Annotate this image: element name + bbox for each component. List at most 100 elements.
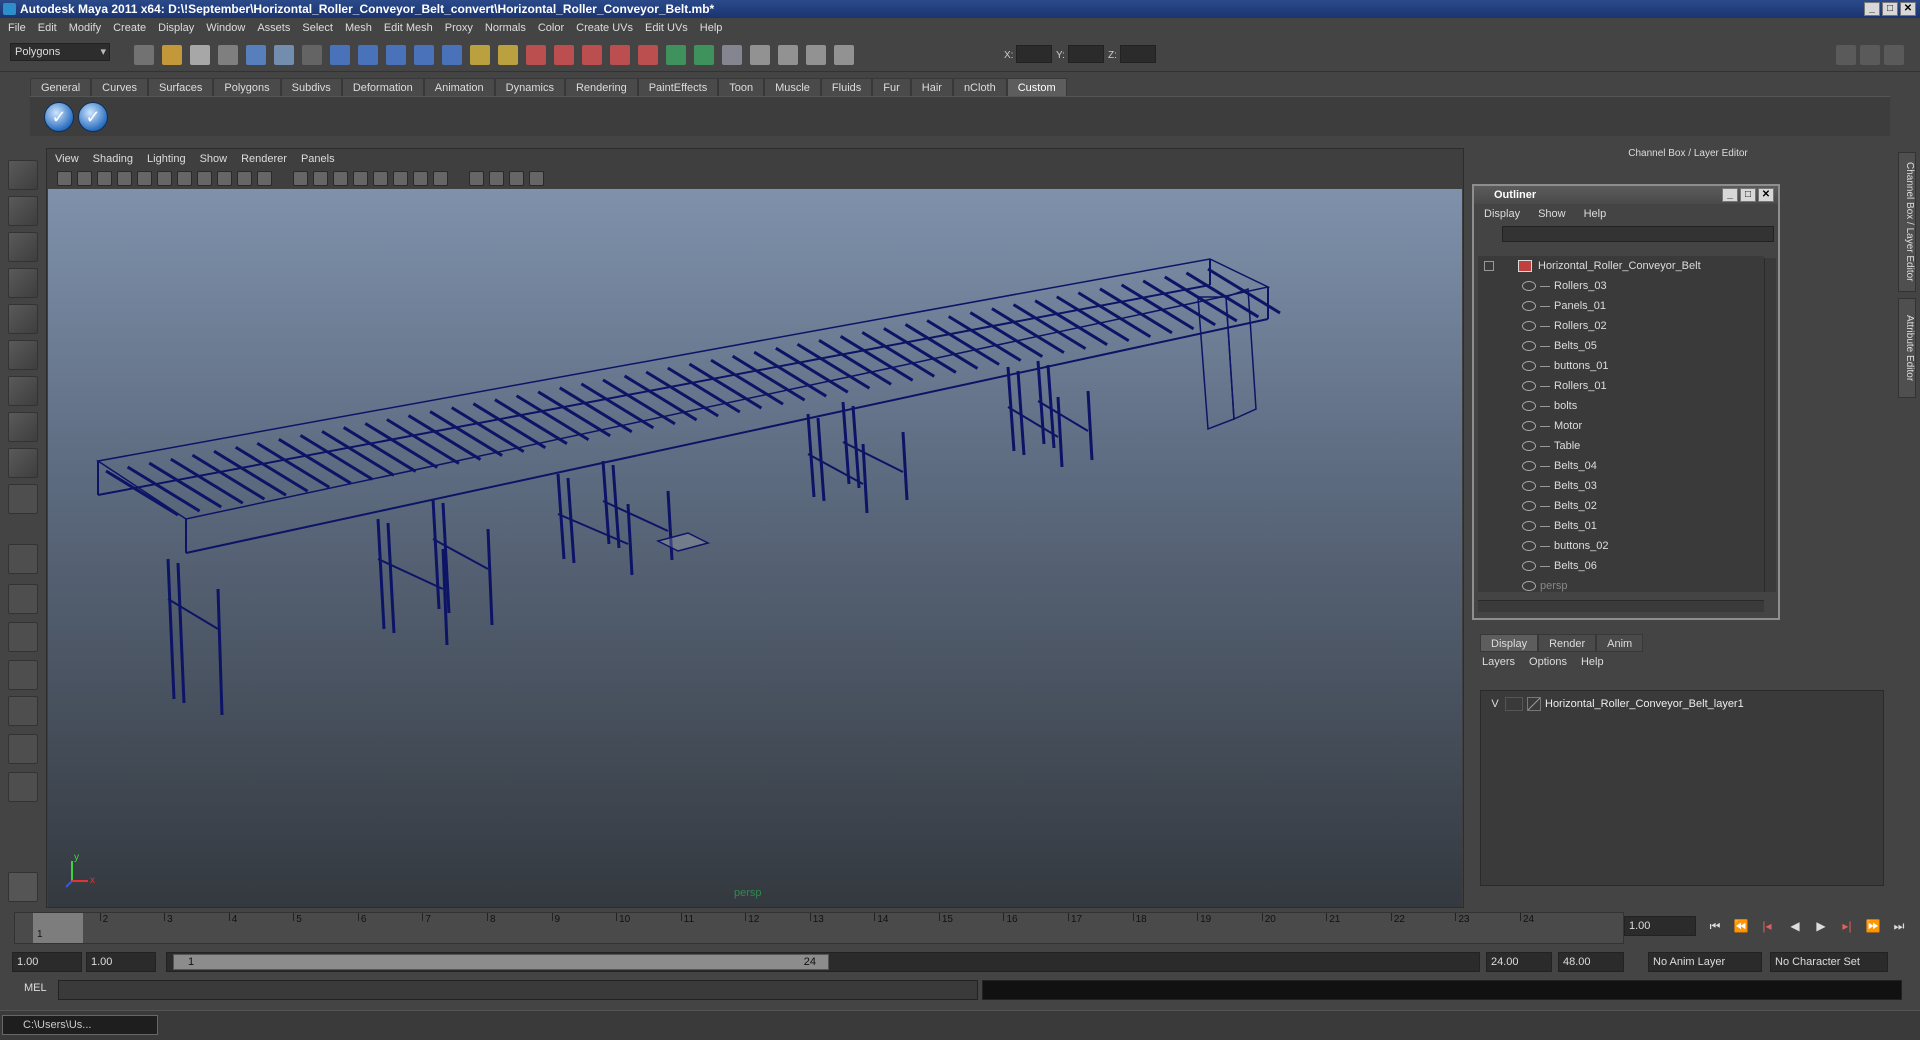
wireframe-icon[interactable] bbox=[313, 171, 328, 186]
outliner-list[interactable]: Horizontal_Roller_Conveyor_Belt Rollers_0… bbox=[1478, 256, 1764, 592]
menu-window[interactable]: Window bbox=[202, 22, 253, 34]
poly-tool-icon[interactable] bbox=[8, 448, 38, 478]
playback-end-field[interactable]: 24.00 bbox=[1486, 952, 1552, 972]
layer-visibility-toggle[interactable]: V bbox=[1485, 698, 1505, 710]
outliner-row-belts-02[interactable]: Belts_02 bbox=[1478, 496, 1764, 516]
show-hypershade-icon[interactable] bbox=[554, 45, 574, 65]
shadows-icon[interactable] bbox=[413, 171, 428, 186]
soft-select-icon[interactable] bbox=[666, 45, 686, 65]
shelf-tab-toon[interactable]: Toon bbox=[718, 78, 765, 96]
y-coord-field[interactable] bbox=[1068, 45, 1104, 63]
x-coord-field[interactable] bbox=[1016, 45, 1052, 63]
textured-icon[interactable] bbox=[373, 171, 388, 186]
select-object-icon[interactable] bbox=[246, 45, 266, 65]
outliner-row-motor[interactable]: Motor bbox=[1478, 416, 1764, 436]
menu-edit-uvs[interactable]: Edit UVs bbox=[641, 22, 696, 34]
3d-scene[interactable]: persp y x bbox=[48, 189, 1462, 907]
outliner-close-button[interactable]: ✕ bbox=[1758, 188, 1774, 202]
film-gate-icon[interactable] bbox=[177, 171, 192, 186]
snap-live-icon[interactable] bbox=[414, 45, 434, 65]
menu-select[interactable]: Select bbox=[298, 22, 341, 34]
snap-curve-icon[interactable] bbox=[330, 45, 350, 65]
step-forward-key-icon[interactable]: ⏩ bbox=[1864, 918, 1882, 934]
rotate-tool-icon[interactable] bbox=[8, 304, 38, 334]
layer-tab-display[interactable]: Display bbox=[1480, 634, 1539, 652]
shelf-tab-muscle[interactable]: Muscle bbox=[764, 78, 821, 96]
custom-shelf-button-1[interactable]: ✓ bbox=[44, 102, 74, 132]
layer-menu-help[interactable]: Help bbox=[1581, 656, 1604, 668]
snap-point-icon[interactable] bbox=[358, 45, 378, 65]
show-render-view-icon[interactable] bbox=[582, 45, 602, 65]
output-ops-icon[interactable] bbox=[638, 45, 658, 65]
shelf-tab-curves[interactable]: Curves bbox=[91, 78, 148, 96]
outliner-row-belts-03[interactable]: Belts_03 bbox=[1478, 476, 1764, 496]
tool-settings-toggle-icon[interactable] bbox=[1884, 45, 1904, 65]
paint-select-tool-icon[interactable] bbox=[8, 232, 38, 262]
reflection-icon[interactable] bbox=[722, 45, 742, 65]
close-button[interactable]: ✕ bbox=[1900, 2, 1916, 16]
play-backwards-icon[interactable]: ◀ bbox=[1786, 918, 1804, 934]
outliner-row-rollers-03[interactable]: Rollers_03 bbox=[1478, 276, 1764, 296]
shelf-tab-deformation[interactable]: Deformation bbox=[341, 78, 424, 96]
grid-icon[interactable] bbox=[157, 171, 172, 186]
shelf-tab-painteffects[interactable]: PaintEffects bbox=[637, 78, 719, 96]
shelf-tab-custom[interactable]: Custom bbox=[1006, 78, 1067, 96]
scale-tool-icon[interactable] bbox=[8, 340, 38, 370]
menu-mesh[interactable]: Mesh bbox=[341, 22, 380, 34]
select-tool-icon[interactable] bbox=[8, 160, 38, 190]
image-plane-icon[interactable] bbox=[117, 171, 132, 186]
menu-display[interactable]: Display bbox=[154, 22, 202, 34]
time-slider[interactable]: 1234567891011121314151617181920212223241 bbox=[14, 912, 1624, 944]
menu-file[interactable]: File bbox=[4, 22, 34, 34]
snap-view-plane-icon[interactable] bbox=[386, 45, 406, 65]
expand-collapse-icon[interactable] bbox=[1484, 261, 1494, 271]
outliner-row-rollers-02[interactable]: Rollers_02 bbox=[1478, 316, 1764, 336]
attribute-editor-toggle-icon[interactable] bbox=[1860, 45, 1880, 65]
open-scene-icon[interactable] bbox=[162, 45, 182, 65]
layout-persp-graph-icon[interactable] bbox=[8, 696, 38, 726]
menu-create-uvs[interactable]: Create UVs bbox=[572, 22, 641, 34]
outliner-maximize-button[interactable]: □ bbox=[1740, 188, 1756, 202]
layout-four-icon[interactable] bbox=[8, 584, 38, 614]
menu-set-selector[interactable]: Polygons bbox=[10, 43, 110, 61]
range-bar[interactable]: 1 24 bbox=[166, 952, 1480, 972]
shelf-tab-animation[interactable]: Animation bbox=[423, 78, 495, 96]
minimize-button[interactable]: _ bbox=[1864, 2, 1880, 16]
select-component-icon[interactable] bbox=[274, 45, 294, 65]
use-lights-icon[interactable] bbox=[393, 171, 408, 186]
shelf-tab-hair[interactable]: Hair bbox=[910, 78, 953, 96]
soft-mod-tool-icon[interactable] bbox=[8, 412, 38, 442]
layer-tab-render[interactable]: Render bbox=[1538, 634, 1597, 652]
xray-joints-icon[interactable] bbox=[509, 171, 524, 186]
save-scene-icon[interactable] bbox=[190, 45, 210, 65]
outliner-minimize-button[interactable]: _ bbox=[1722, 188, 1738, 202]
shelf-tab-polygons[interactable]: Polygons bbox=[213, 78, 281, 96]
viewport-menu-show[interactable]: Show bbox=[200, 153, 228, 165]
menu-edit[interactable]: Edit bbox=[34, 22, 65, 34]
custom-shelf-button-2[interactable]: ✓ bbox=[78, 102, 108, 132]
field-chart-icon[interactable] bbox=[237, 171, 252, 186]
shelf-tab-fluids[interactable]: Fluids bbox=[820, 78, 873, 96]
taskbar-item[interactable]: C:\Users\Us... bbox=[2, 1015, 158, 1035]
side-tab-channel-box[interactable]: Channel Box / Layer Editor bbox=[1898, 152, 1916, 292]
outliner-row-bolts[interactable]: bolts bbox=[1478, 396, 1764, 416]
menu-proxy[interactable]: Proxy bbox=[441, 22, 481, 34]
range-handle[interactable]: 1 24 bbox=[173, 954, 829, 970]
animation-start-field[interactable]: 1.00 bbox=[12, 952, 82, 972]
layer-row[interactable]: V Horizontal_Roller_Conveyor_Belt_layer1 bbox=[1485, 695, 1875, 713]
camera-attributes-icon[interactable] bbox=[77, 171, 92, 186]
character-set-dropdown[interactable]: No Character Set bbox=[1770, 952, 1888, 972]
animation-end-field[interactable]: 48.00 bbox=[1558, 952, 1624, 972]
outliner-menu-help[interactable]: Help bbox=[1584, 208, 1607, 220]
safe-title-icon[interactable] bbox=[293, 171, 308, 186]
move-tool-icon[interactable] bbox=[8, 268, 38, 298]
layout-extra-icon[interactable] bbox=[8, 772, 38, 802]
outliner-horizontal-scrollbar[interactable] bbox=[1478, 600, 1764, 612]
render-settings-icon[interactable] bbox=[526, 45, 546, 65]
outliner-menu-show[interactable]: Show bbox=[1538, 208, 1566, 220]
viewport-menu-shading[interactable]: Shading bbox=[93, 153, 133, 165]
z-coord-field[interactable] bbox=[1120, 45, 1156, 63]
play-forwards-icon[interactable]: ▶ bbox=[1812, 918, 1830, 934]
isolate-select-icon[interactable] bbox=[469, 171, 484, 186]
menu-assets[interactable]: Assets bbox=[253, 22, 298, 34]
